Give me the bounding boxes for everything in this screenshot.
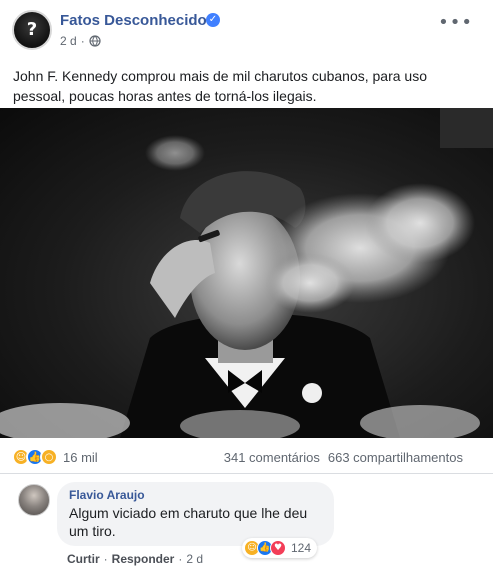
comment: Flavio Araujo Algum viciado em charuto q… bbox=[12, 482, 482, 567]
shares-count[interactable]: 663 compartilhamentos bbox=[328, 450, 463, 465]
post-photo[interactable] bbox=[0, 108, 493, 438]
commenter-avatar[interactable] bbox=[18, 484, 50, 516]
page-avatar[interactable]: ? bbox=[12, 10, 52, 50]
comment-reactions[interactable]: ☺ 👍 ♥ 124 bbox=[242, 538, 318, 558]
globe-icon bbox=[89, 35, 101, 47]
more-options-icon[interactable]: ••• bbox=[438, 12, 473, 33]
commenter-name[interactable]: Flavio Araujo bbox=[69, 488, 322, 502]
page-name-link[interactable]: Fatos Desconhecidos bbox=[60, 12, 215, 29]
comments-count[interactable]: 341 comentários bbox=[224, 450, 320, 465]
like-comment-button[interactable]: Curtir bbox=[67, 552, 100, 566]
separator-dot: · bbox=[178, 552, 183, 566]
comment-time[interactable]: 2 d bbox=[186, 552, 203, 566]
wow-reaction-icon: ○ bbox=[40, 448, 58, 466]
separator-dot: · bbox=[80, 34, 85, 48]
love-reaction-icon: ♥ bbox=[270, 540, 286, 556]
post-stats: 341 comentários 663 compartilhamentos bbox=[224, 450, 463, 465]
separator-dot: · bbox=[103, 552, 108, 566]
comment-actions: Curtir · Responder · 2 d bbox=[67, 552, 203, 566]
comment-text: Algum viciado em charuto que lhe deu um … bbox=[69, 505, 308, 539]
reply-comment-button[interactable]: Responder bbox=[112, 552, 175, 566]
post-meta: 2 d · bbox=[60, 34, 101, 48]
post-time[interactable]: 2 d bbox=[60, 34, 77, 48]
photo-illustration bbox=[0, 108, 493, 438]
reactions-bar: ☺ 👍 ○ 16 mil 341 comentários 663 compart… bbox=[0, 438, 493, 474]
reaction-icons[interactable]: ☺ 👍 ○ bbox=[12, 448, 58, 466]
reaction-count[interactable]: 16 mil bbox=[63, 450, 98, 465]
post-text: John F. Kennedy comprou mais de mil char… bbox=[13, 68, 428, 104]
question-mark-logo-icon: ? bbox=[26, 19, 38, 40]
comment-reaction-count: 124 bbox=[291, 541, 312, 555]
comment-bubble: Flavio Araujo Algum viciado em charuto q… bbox=[57, 482, 334, 546]
post-header: ? Fatos Desconhecidos ✓ 2 d · ••• bbox=[0, 0, 493, 58]
verified-badge-icon: ✓ bbox=[206, 13, 220, 27]
